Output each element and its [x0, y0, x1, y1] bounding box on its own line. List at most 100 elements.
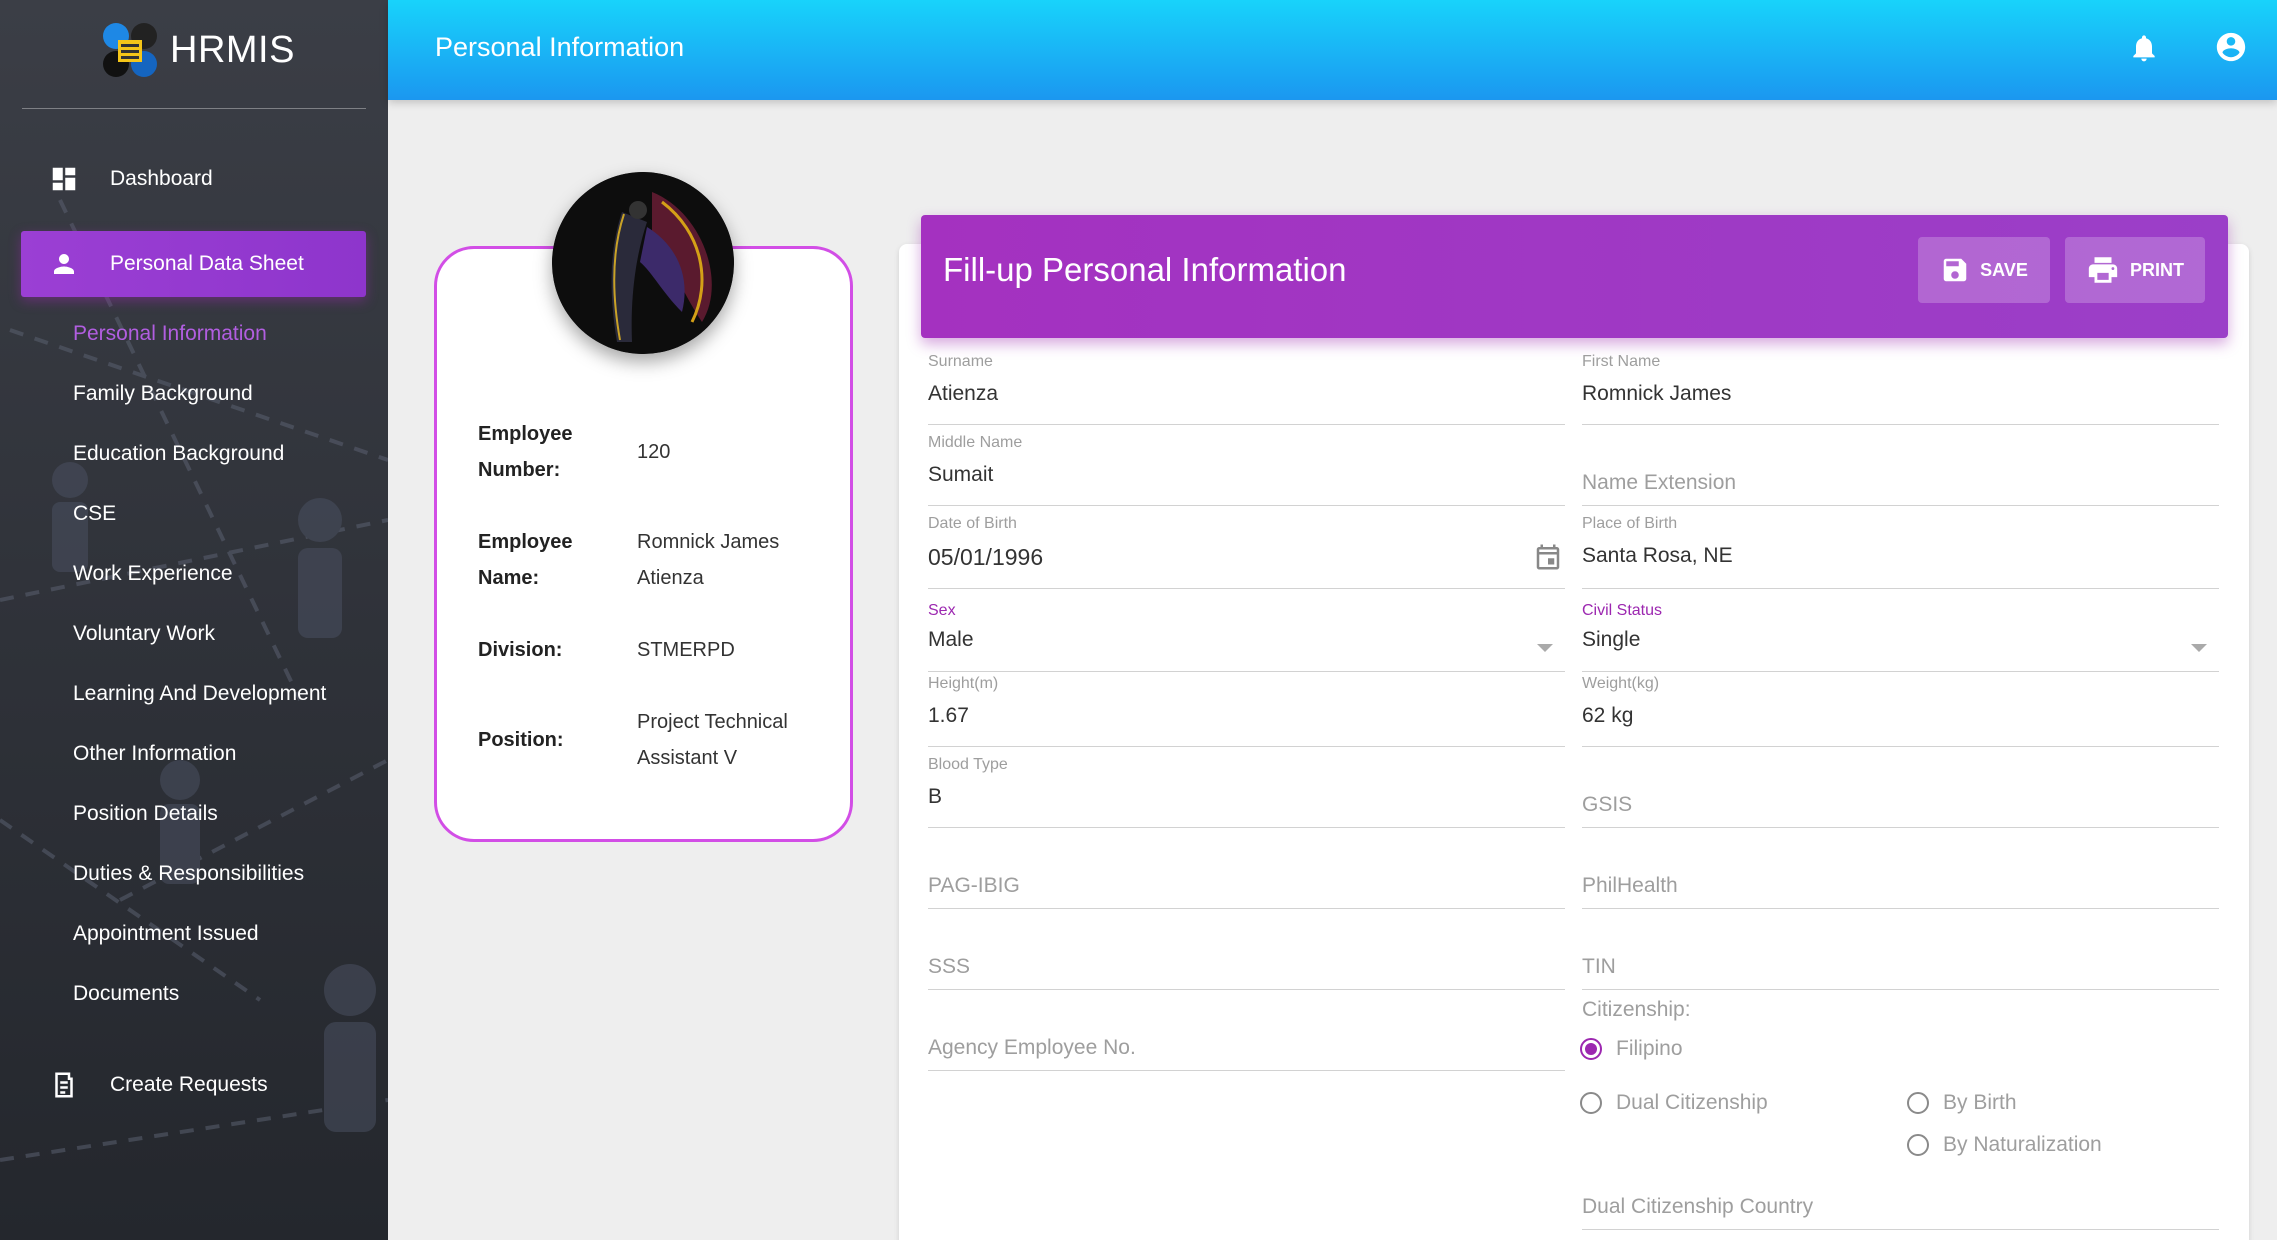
date-of-birth-field[interactable]: Date of Birth 05/01/1996 [928, 507, 1565, 589]
employee-name-label-line2: Name: [478, 567, 540, 589]
employee-name-label-line1: Employee [478, 531, 573, 553]
top-app-bar: Personal Information [388, 0, 2277, 100]
citizenship-radio-by-birth[interactable]: By Birth [1907, 1091, 2017, 1115]
save-button-label: SAVE [1980, 259, 2028, 280]
surname-label: Surname [928, 353, 993, 370]
sidebar-item-dashboard[interactable]: Dashboard [21, 146, 366, 212]
blood-type-value: B [928, 785, 943, 808]
dob-value: 05/01/1996 [928, 544, 1044, 570]
pagibig-placeholder: PAG-IBIG [928, 874, 1020, 897]
sex-select[interactable]: Sex Male [928, 594, 1565, 672]
weight-field[interactable]: Weight(kg) 62 kg [1582, 667, 2219, 747]
sidebar-subitem-voluntary-work[interactable]: Voluntary Work [73, 622, 215, 646]
sss-field[interactable]: SSS [928, 910, 1565, 990]
height-value: 1.67 [928, 704, 969, 727]
sidebar: HRMIS Dashboard Personal Data Sheet Pers… [0, 0, 388, 1240]
agency-employee-no-placeholder: Agency Employee No. [928, 1036, 1136, 1059]
first-name-label: First Name [1582, 353, 1661, 370]
citizenship-radio-dual[interactable]: Dual Citizenship [1580, 1091, 1768, 1115]
account-icon[interactable] [2214, 30, 2248, 64]
name-extension-placeholder: Name Extension [1582, 471, 1737, 494]
brand-name: HRMIS [170, 28, 295, 71]
surname-value: Atienza [928, 382, 999, 405]
sss-placeholder: SSS [928, 955, 971, 978]
weight-value: 62 kg [1582, 704, 1634, 727]
sidebar-subitem-education-background[interactable]: Education Background [73, 442, 284, 466]
sidebar-subitem-cse[interactable]: CSE [73, 502, 116, 526]
save-button[interactable]: SAVE [1918, 237, 2050, 303]
blood-type-label: Blood Type [928, 756, 1008, 773]
height-label: Height(m) [928, 675, 999, 692]
calendar-icon[interactable] [1533, 541, 1563, 573]
page-title: Personal Information [435, 32, 685, 62]
sidebar-subitem-duties-responsibilities[interactable]: Duties & Responsibilities [73, 862, 304, 886]
sidebar-subitem-position-details[interactable]: Position Details [73, 802, 218, 826]
sidebar-subitem-work-experience[interactable]: Work Experience [73, 562, 233, 586]
pob-label: Place of Birth [1582, 515, 1678, 532]
gsis-field[interactable]: GSIS [1582, 748, 2219, 828]
sidebar-subitem-documents[interactable]: Documents [73, 982, 179, 1006]
radio-selected-icon [1580, 1038, 1602, 1060]
save-icon [1943, 258, 1967, 282]
tin-placeholder: TIN [1582, 955, 1616, 978]
pagibig-field[interactable]: PAG-IBIG [928, 829, 1565, 909]
form-title: Fill-up Personal Information [943, 251, 1347, 288]
employee-number-label-line1: Employee [478, 423, 573, 445]
sidebar-subitem-other-information[interactable]: Other Information [73, 742, 236, 766]
height-field[interactable]: Height(m) 1.67 [928, 667, 1565, 747]
notification-bell-icon[interactable] [2128, 32, 2160, 64]
surname-field[interactable]: Surname Atienza [928, 345, 1565, 425]
radio-unselected-icon [1580, 1092, 1602, 1114]
chevron-down-icon [1537, 644, 1553, 652]
tin-field[interactable]: TIN [1582, 910, 2219, 990]
dob-label: Date of Birth [928, 515, 1017, 532]
dashboard-icon [49, 164, 79, 194]
first-name-field[interactable]: First Name Romnick James [1582, 345, 2219, 425]
blood-type-field[interactable]: Blood Type B [928, 748, 1565, 828]
employee-number-label-line2: Number: [478, 459, 561, 481]
civil-status-value: Single [1582, 628, 1641, 651]
brand[interactable]: HRMIS [100, 20, 295, 80]
gsis-placeholder: GSIS [1582, 793, 1633, 816]
sidebar-subitem-learning-development[interactable]: Learning And Development [73, 682, 326, 706]
employee-name-value-line1: Romnick James [637, 531, 780, 553]
philhealth-field[interactable]: PhilHealth [1582, 829, 2219, 909]
dual-citizenship-country-field[interactable]: Dual Citizenship Country [1582, 1150, 2219, 1230]
print-button[interactable]: PRINT [2065, 237, 2205, 303]
position-value-line2: Assistant V [637, 747, 738, 769]
sidebar-subitem-family-background[interactable]: Family Background [73, 382, 253, 406]
sidebar-item-personal-data-sheet[interactable]: Personal Data Sheet [21, 231, 366, 297]
sidebar-item-label: Dashboard [110, 167, 213, 190]
employee-number-value: 120 [637, 441, 671, 463]
middle-name-field[interactable]: Middle Name Sumait [928, 426, 1565, 506]
sidebar-item-label: Create Requests [110, 1073, 268, 1096]
form-header: Fill-up Personal Information SAVE PRINT [921, 215, 2228, 338]
sidebar-item-label: Personal Data Sheet [110, 252, 304, 275]
position-label: Position: [478, 729, 564, 751]
middle-name-label: Middle Name [928, 434, 1023, 451]
first-name-value: Romnick James [1582, 382, 1732, 405]
civil-status-select[interactable]: Civil Status Single [1582, 594, 2219, 672]
agency-employee-no-field[interactable]: Agency Employee No. [928, 991, 1565, 1071]
citizenship-radio-filipino[interactable]: Filipino [1580, 1037, 1683, 1061]
sex-label: Sex [928, 602, 956, 619]
civil-status-label: Civil Status [1582, 602, 1663, 619]
pob-value: Santa Rosa, NE [1582, 544, 1733, 567]
division-label: Division: [478, 639, 563, 661]
position-value-line1: Project Technical [637, 711, 788, 733]
name-extension-field[interactable]: Name Extension [1582, 426, 2219, 506]
sex-value: Male [928, 628, 974, 651]
radio-label-filipino: Filipino [1616, 1037, 1683, 1060]
place-of-birth-field[interactable]: Place of Birth Santa Rosa, NE [1582, 507, 2219, 589]
sidebar-item-create-requests[interactable]: Create Requests [21, 1052, 366, 1118]
sidebar-subitem-personal-information[interactable]: Personal Information [73, 322, 267, 346]
dual-citizenship-country-placeholder: Dual Citizenship Country [1582, 1195, 1814, 1218]
print-icon [2088, 257, 2118, 283]
radio-label-by-birth: By Birth [1943, 1091, 2017, 1114]
radio-unselected-icon [1907, 1092, 1929, 1114]
person-icon [49, 249, 79, 279]
philhealth-placeholder: PhilHealth [1582, 874, 1678, 897]
weight-label: Weight(kg) [1582, 675, 1660, 692]
sidebar-subitem-appointment-issued[interactable]: Appointment Issued [73, 922, 259, 946]
document-request-icon [49, 1070, 79, 1100]
